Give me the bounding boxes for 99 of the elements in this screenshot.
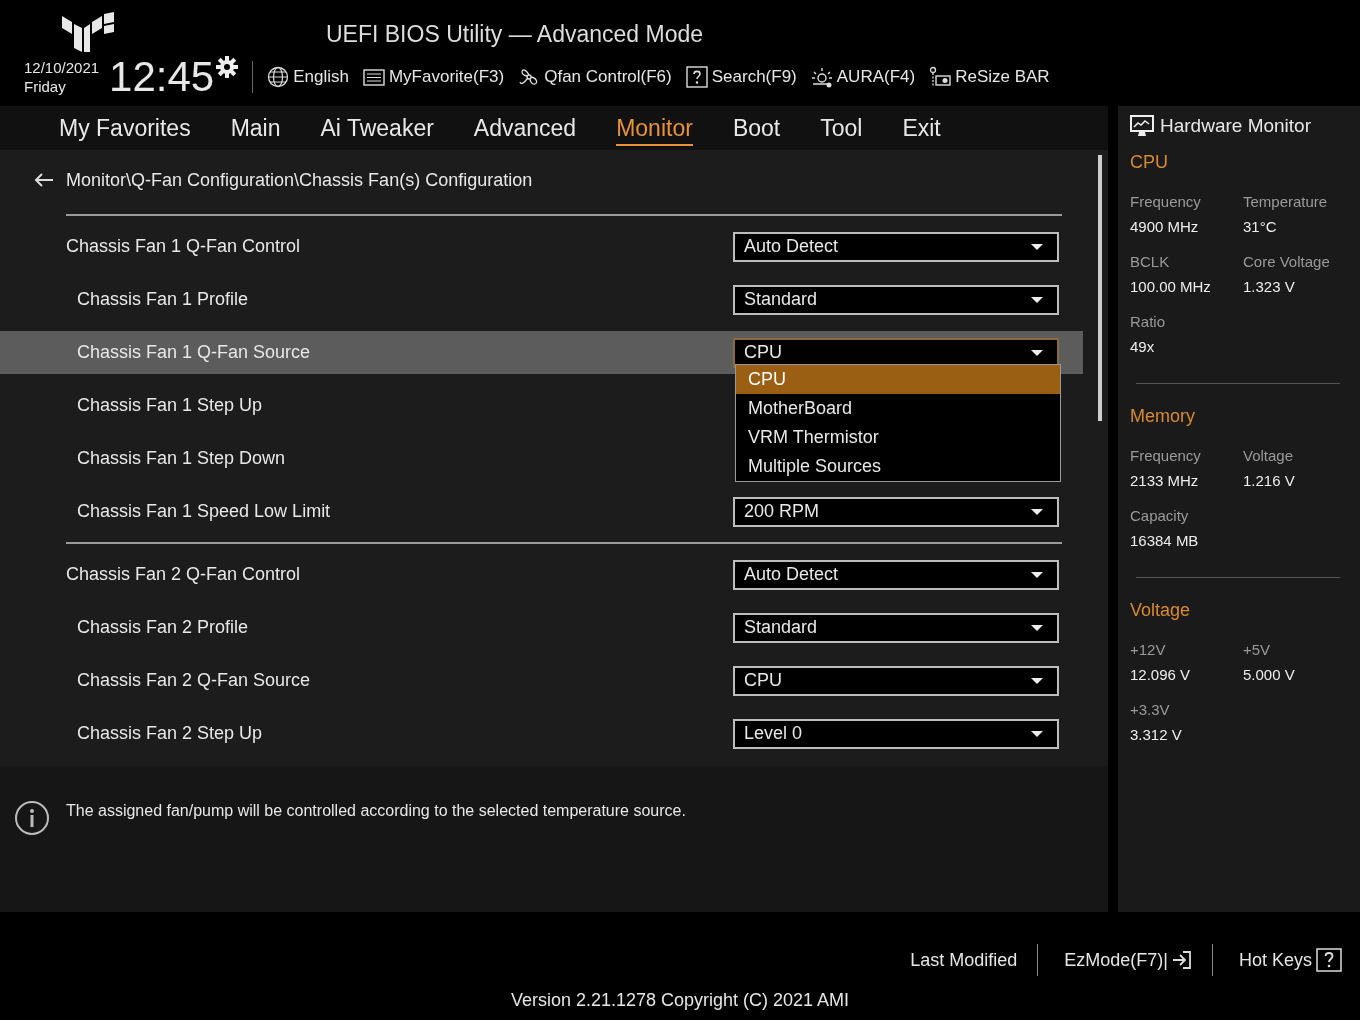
dropdown-value: Standard xyxy=(744,289,818,310)
menu-tab[interactable]: Advanced xyxy=(473,110,577,146)
menu-tab[interactable]: Boot xyxy=(732,110,781,146)
dropdown-value: 200 RPM xyxy=(744,501,820,522)
dropdown[interactable]: Auto Detect xyxy=(733,559,1059,590)
metric-label: Ratio xyxy=(1130,313,1166,330)
dropdown[interactable]: Standard xyxy=(733,612,1059,643)
setting-label: Chassis Fan 1 Profile xyxy=(76,289,249,310)
caret-icon xyxy=(1031,349,1043,356)
menu-option[interactable]: Multiple Sources xyxy=(736,451,1060,481)
caret-icon xyxy=(1031,677,1043,684)
metric-label: Frequency xyxy=(1130,193,1201,210)
info-icon xyxy=(14,800,50,836)
footer-button[interactable]: Hot Keys xyxy=(1238,948,1342,972)
menu-tab[interactable]: My Favorites xyxy=(59,110,191,146)
footer-button[interactable]: EzMode(F7)| xyxy=(1064,949,1192,971)
version-text: Version 2.21.1278 Copyright (C) 2021 AMI xyxy=(510,990,850,1011)
setting-label: Chassis Fan 1 Step Down xyxy=(76,448,286,469)
section-title: Voltage xyxy=(1130,600,1192,621)
metric-value: 5.000 V xyxy=(1243,666,1295,683)
breadcrumb: Monitor\Q-Fan Configuration\Chassis Fan(s) Configuration xyxy=(66,169,533,191)
caret-icon xyxy=(1031,730,1043,737)
setting-label: Chassis Fan 2 Q-Fan Source xyxy=(76,670,311,691)
toolbar-button[interactable]: AURA(F4) xyxy=(810,66,916,88)
caret-icon xyxy=(1031,296,1043,303)
panel-title: Hardware Monitor xyxy=(1160,115,1311,137)
metric-value: 12.096 V xyxy=(1130,666,1191,683)
day-text: Friday xyxy=(24,77,66,96)
menu-option[interactable]: MotherBoard xyxy=(736,393,1060,423)
toolbar-button[interactable]: English xyxy=(267,66,349,88)
metric-value: 100.00 MHz xyxy=(1130,278,1211,295)
metric-label: Voltage xyxy=(1243,447,1294,464)
setting-label: Chassis Fan 1 Q-Fan Control xyxy=(65,236,301,257)
exit-icon xyxy=(1171,950,1192,970)
metric-label: Capacity xyxy=(1130,507,1189,524)
setting-label: Chassis Fan 2 Profile xyxy=(76,617,249,638)
dropdown-value: Auto Detect xyxy=(744,564,839,585)
setting-label: Chassis Fan 1 Speed Low Limit xyxy=(76,501,331,522)
menu-option[interactable]: VRM Thermistor xyxy=(736,422,1060,452)
list-icon xyxy=(362,66,385,88)
globe-icon xyxy=(267,66,290,88)
metric-value: 2133 MHz xyxy=(1130,472,1199,489)
dropdown[interactable]: 200 RPM xyxy=(733,496,1059,527)
dropdown-value: CPU xyxy=(744,342,782,363)
help-icon xyxy=(685,66,708,88)
metric-value: 16384 MB xyxy=(1130,532,1199,549)
metric-label: Frequency xyxy=(1130,447,1201,464)
menu-tab[interactable]: Exit xyxy=(902,110,941,146)
settings-icon xyxy=(216,56,239,78)
dropdown[interactable]: CPU xyxy=(733,665,1059,696)
metric-label: Temperature xyxy=(1243,193,1328,210)
setting-label: Chassis Fan 1 Q-Fan Source xyxy=(76,342,311,363)
setting-label: Chassis Fan 2 Q-Fan Control xyxy=(65,564,301,585)
caret-icon xyxy=(1031,508,1043,515)
metric-label: BCLK xyxy=(1130,253,1170,270)
caret-icon xyxy=(1031,624,1043,631)
dropdown[interactable]: Auto Detect xyxy=(733,231,1059,262)
toolbar-button[interactable]: Search(F9) xyxy=(685,66,797,88)
menu-tab[interactable]: Main xyxy=(230,110,281,146)
setting-label: Chassis Fan 1 Step Up xyxy=(76,395,263,416)
monitor-icon xyxy=(1130,115,1154,137)
help-icon xyxy=(1316,948,1342,972)
window-title: UEFI BIOS Utility — Advanced Mode xyxy=(326,21,704,48)
metric-label: Core Voltage xyxy=(1243,253,1330,270)
setting-label: Chassis Fan 2 Step Up xyxy=(76,723,263,744)
dropdown-value: CPU xyxy=(744,670,782,691)
menu-tab[interactable]: Monitor xyxy=(616,110,693,146)
light-icon xyxy=(810,66,833,88)
toolbar-button[interactable]: MyFavorite(F3) xyxy=(362,66,505,88)
date-text: 12/10/2021 xyxy=(24,58,100,77)
caret-icon xyxy=(1031,243,1043,250)
help-text: The assigned fan/pump will be controlled according to the selected temperature source. xyxy=(66,802,686,820)
toolbar-button[interactable]: Qfan Control(F6) xyxy=(518,66,672,88)
footer-button[interactable]: Last Modified xyxy=(910,949,1018,971)
graphics-card-icon xyxy=(929,66,952,88)
metric-value: 3.312 V xyxy=(1130,726,1182,743)
dropdown[interactable]: Standard xyxy=(733,284,1059,315)
metric-value: 49x xyxy=(1130,338,1155,355)
section-title: Memory xyxy=(1130,406,1196,427)
section-title: CPU xyxy=(1130,152,1169,173)
metric-value: 4900 MHz xyxy=(1130,218,1199,235)
metric-label: +3.3V xyxy=(1130,701,1170,718)
dropdown[interactable]: Level 0 xyxy=(733,718,1059,749)
metric-value: 1.323 V xyxy=(1243,278,1295,295)
metric-value: 1.216 V xyxy=(1243,472,1295,489)
metric-label: +12V xyxy=(1130,641,1166,658)
scrollbar[interactable] xyxy=(1098,155,1102,421)
clock-text: 12:45 xyxy=(109,55,215,99)
menu-tab[interactable]: Ai Tweaker xyxy=(320,110,434,146)
metric-value: 31°C xyxy=(1243,218,1277,235)
dropdown-value: Standard xyxy=(744,617,818,638)
back-arrow-icon[interactable] xyxy=(34,172,54,188)
menu-tab[interactable]: Tool xyxy=(820,110,863,146)
toolbar-button[interactable]: ReSize BAR xyxy=(929,66,1050,88)
metric-label: +5V xyxy=(1243,641,1271,658)
caret-icon xyxy=(1031,571,1043,578)
menu-option[interactable]: CPU xyxy=(736,364,1060,394)
dropdown-value: Auto Detect xyxy=(744,236,839,257)
dropdown-value: Level 0 xyxy=(744,723,803,744)
